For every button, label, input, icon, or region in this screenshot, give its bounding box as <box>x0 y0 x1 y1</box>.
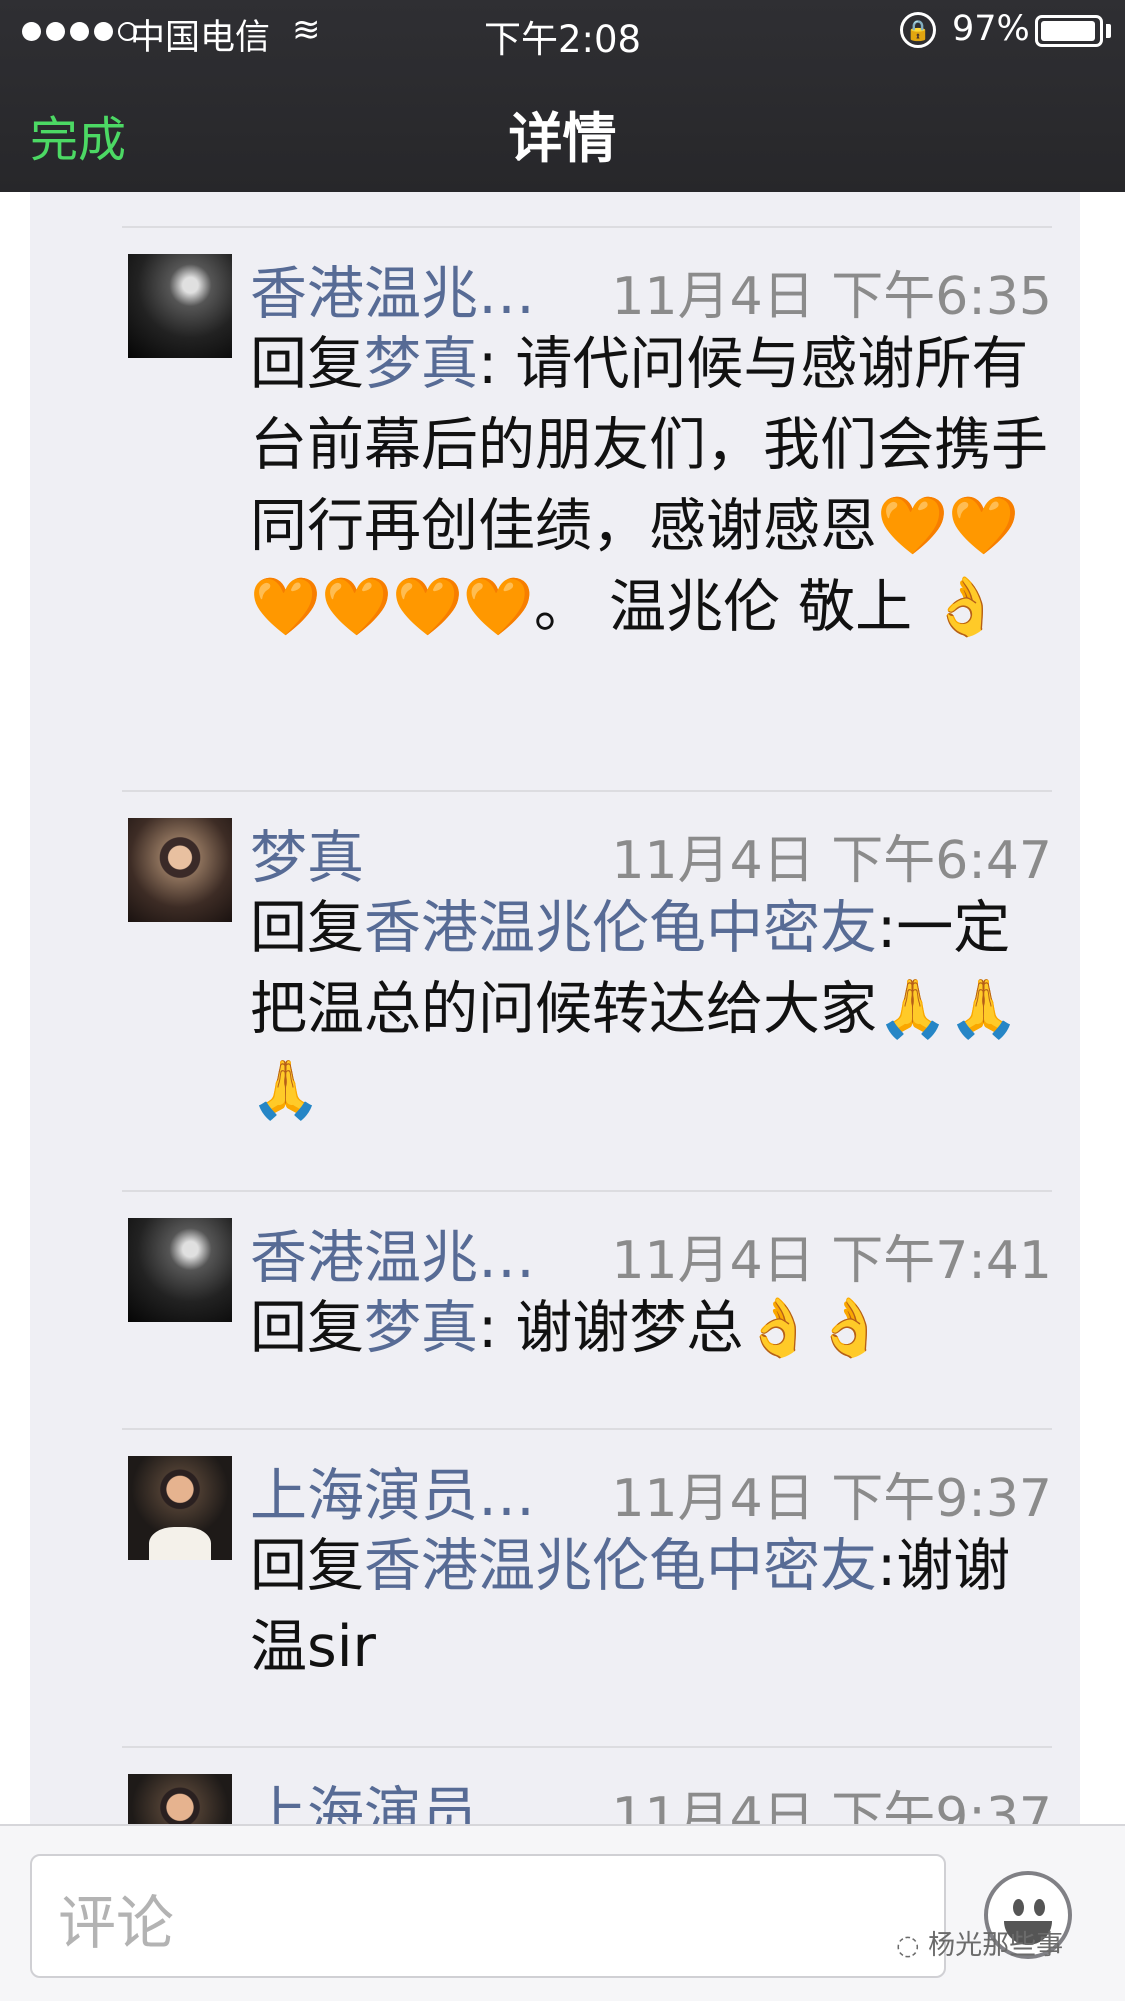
comment-body: 回复梦真: 谢谢梦总👌👌 <box>250 1288 1050 1369</box>
reply-to-name[interactable]: 香港温兆伦龟中密友 <box>364 895 877 961</box>
comment-input[interactable]: 评论 <box>30 1854 946 1978</box>
top-bar: 中国电信 ≋ 下午2:08 🔒 97% 完成 详情 <box>0 0 1125 192</box>
comment-item[interactable]: 香港温兆… 11月4日 下午7:41 回复梦真: 谢谢梦总👌👌 <box>122 1190 1052 1428</box>
comment-body: 回复香港温兆伦龟中密友:谢谢温sir <box>250 1526 1050 1688</box>
battery-cap <box>1106 24 1111 38</box>
comment-author[interactable]: 梦真 <box>250 812 364 894</box>
comment-text: : 谢谢梦总👌👌 <box>478 1295 886 1361</box>
comment-author[interactable]: 香港温兆… <box>250 1212 535 1294</box>
reply-to-name[interactable]: 梦真 <box>364 331 478 397</box>
page-title: 详情 <box>508 107 617 170</box>
comment-author[interactable]: 上海演员… <box>250 1768 535 1824</box>
comment-time: 11月4日 下午6:47 <box>611 831 1052 891</box>
comment-author[interactable]: 上海演员… <box>250 1450 535 1532</box>
comment-time: 11月4日 下午9:37 <box>611 1787 1052 1824</box>
avatar[interactable] <box>128 1218 232 1322</box>
avatar[interactable] <box>128 818 232 922</box>
comment-item[interactable]: 香港温兆… 11月4日 下午6:35 回复梦真: 请代问候与感谢所有台前幕后的朋… <box>122 226 1052 790</box>
reply-to-name[interactable]: 梦真 <box>364 1295 478 1361</box>
reply-prefix: 回复 <box>250 895 364 961</box>
comment-time: 11月4日 下午6:35 <box>611 267 1052 327</box>
wechat-icon: ◌ <box>896 1930 929 1961</box>
comment-author[interactable]: 香港温兆… <box>250 248 535 330</box>
rotation-lock-icon: 🔒 <box>900 12 936 48</box>
reply-prefix: 回复 <box>250 1533 364 1599</box>
avatar[interactable] <box>128 1774 232 1824</box>
comment-item[interactable]: 梦真 11月4日 下午6:47 回复香港温兆伦龟中密友:一定把温总的问候转达给大… <box>122 790 1052 1190</box>
battery-icon <box>1035 15 1103 47</box>
comment-placeholder: 评论 <box>58 1889 175 1957</box>
status-bar: 中国电信 ≋ 下午2:08 🔒 97% <box>0 0 1125 64</box>
avatar[interactable] <box>128 254 232 358</box>
reply-prefix: 回复 <box>250 331 364 397</box>
comment-input-bar: 评论 ◌ 杨光那些事 <box>0 1824 1125 2001</box>
comment-item[interactable]: 上海演员… 11月4日 下午9:37 回复香港温兆伦龟中密友:谢谢温sir <box>122 1428 1052 1746</box>
comment-time: 11月4日 下午7:41 <box>611 1231 1052 1291</box>
reply-prefix: 回复 <box>250 1295 364 1361</box>
comment-body: 回复梦真: 请代问候与感谢所有台前幕后的朋友们，我们会携手同行再创佳绩，感谢感恩… <box>250 324 1050 648</box>
screen: 中国电信 ≋ 下午2:08 🔒 97% 完成 详情 香港温兆… 11月4日 下午… <box>0 0 1125 2001</box>
battery-percent: 97% <box>952 9 1030 49</box>
comment-item[interactable]: 上海演员… 11月4日 下午9:37 <box>122 1746 1052 1824</box>
reply-to-name[interactable]: 香港温兆伦龟中密友 <box>364 1533 877 1599</box>
comment-body: 回复香港温兆伦龟中密友:一定把温总的问候转达给大家🙏🙏🙏 <box>250 888 1050 1131</box>
avatar[interactable] <box>128 1456 232 1560</box>
watermark: ◌ 杨光那些事 <box>896 1930 1064 1961</box>
comment-list[interactable]: 香港温兆… 11月4日 下午6:35 回复梦真: 请代问候与感谢所有台前幕后的朋… <box>30 192 1080 1824</box>
battery-fill <box>1041 21 1096 41</box>
comment-time: 11月4日 下午9:37 <box>611 1469 1052 1529</box>
